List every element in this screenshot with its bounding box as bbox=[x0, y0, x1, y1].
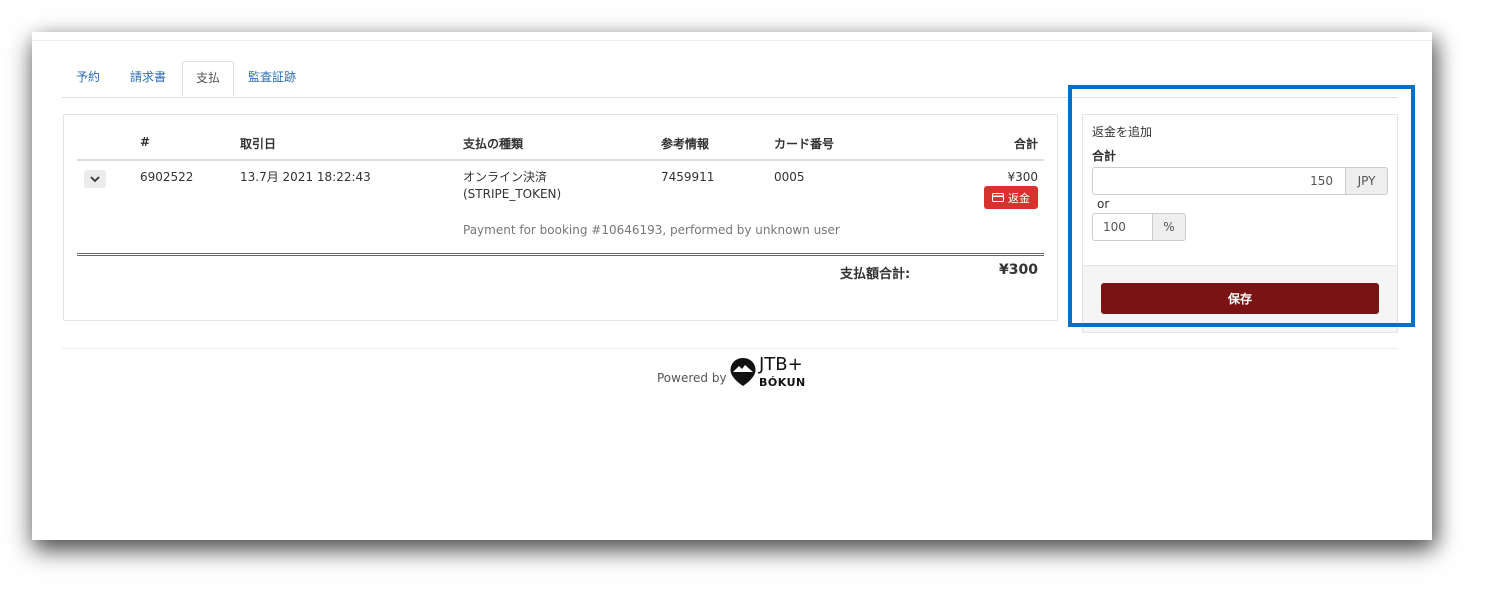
powered-by-text: Powered by bbox=[657, 371, 727, 385]
top-divider bbox=[32, 40, 1432, 41]
refund-amount-label: 合計 bbox=[1092, 149, 1117, 163]
tab-payments[interactable]: 支払 bbox=[182, 61, 234, 96]
percent-addon: % bbox=[1152, 213, 1186, 241]
save-button[interactable]: 保存 bbox=[1101, 283, 1379, 314]
refund-button[interactable]: 返金 bbox=[984, 186, 1038, 209]
header-divider bbox=[77, 159, 1044, 161]
sum-divider bbox=[77, 253, 1044, 256]
logo-bokun-text: BÓKUN bbox=[759, 376, 806, 389]
credit-card-icon bbox=[992, 193, 1004, 202]
jtb-bokun-logo: JTB+ BÓKUN bbox=[729, 354, 807, 390]
col-header-reference: 参考情報 bbox=[661, 137, 710, 151]
refund-panel-footer: 保存 bbox=[1083, 265, 1397, 332]
col-header-id: # bbox=[140, 135, 151, 149]
tab-bar: 予約 請求書 支払 監査証跡 bbox=[62, 61, 1398, 98]
refund-amount-input[interactable] bbox=[1092, 167, 1346, 195]
payments-sum-value: ¥300 bbox=[999, 262, 1038, 278]
app-window: 予約 請求書 支払 監査証跡 # 取引日 支払の種類 参考情報 カード番号 合計… bbox=[32, 32, 1432, 540]
refund-button-label: 返金 bbox=[1008, 191, 1030, 205]
tab-booking[interactable]: 予約 bbox=[62, 61, 114, 96]
footer-divider bbox=[62, 348, 1398, 349]
mountain-logo-icon bbox=[730, 358, 756, 386]
payments-sum-label: 支払額合計: bbox=[840, 267, 911, 282]
payment-reference: 7459911 bbox=[661, 170, 715, 184]
expand-row-button[interactable] bbox=[84, 170, 106, 188]
payment-date: 13.7月 2021 18:22:43 bbox=[240, 170, 371, 184]
payment-type-name: オンライン決済 bbox=[463, 170, 548, 184]
payment-type: オンライン決済 (STRIPE_TOKEN) bbox=[463, 169, 561, 203]
col-header-card: カード番号 bbox=[774, 137, 835, 151]
col-header-type: 支払の種類 bbox=[463, 137, 524, 151]
payments-panel: # 取引日 支払の種類 参考情報 カード番号 合計 6902522 13.7月 … bbox=[63, 114, 1058, 321]
payment-description: Payment for booking #10646193, performed… bbox=[463, 223, 840, 237]
currency-addon: JPY bbox=[1345, 167, 1388, 195]
col-header-date: 取引日 bbox=[240, 137, 277, 151]
payment-card: 0005 bbox=[774, 170, 805, 184]
add-refund-panel: 返金を追加 合計 JPY or % 保存 bbox=[1082, 114, 1398, 333]
tab-audit-trail[interactable]: 監査証跡 bbox=[234, 61, 310, 96]
col-header-total: 合計 bbox=[1013, 137, 1038, 151]
or-label: or bbox=[1097, 197, 1110, 211]
refund-percent-input[interactable] bbox=[1092, 213, 1153, 241]
tab-invoice[interactable]: 請求書 bbox=[114, 61, 182, 96]
payment-total: ¥300 bbox=[1007, 170, 1038, 184]
payment-type-code: (STRIPE_TOKEN) bbox=[463, 187, 562, 201]
payment-id: 6902522 bbox=[140, 170, 194, 184]
refund-panel-title: 返金を追加 bbox=[1092, 125, 1153, 139]
chevron-down-icon bbox=[90, 175, 100, 182]
logo-jtb-text: JTB+ bbox=[759, 354, 803, 375]
